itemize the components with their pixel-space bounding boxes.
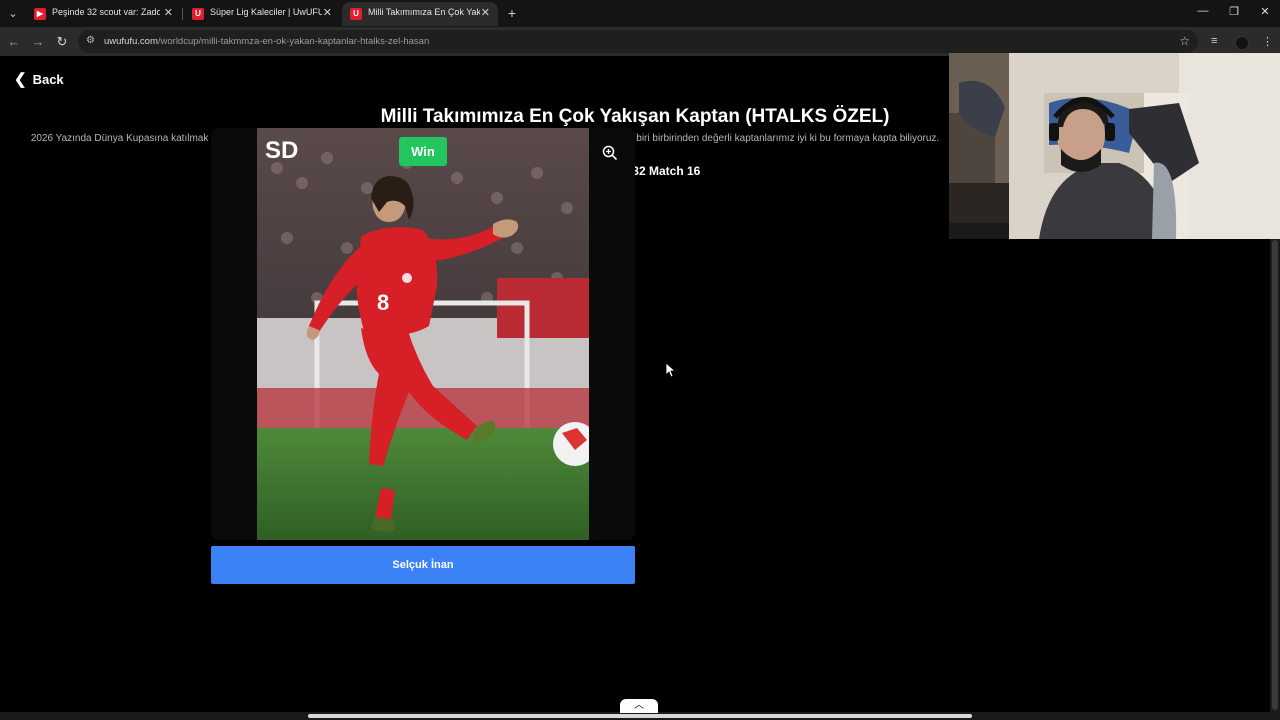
- vertical-scrollbar-thumb[interactable]: [1272, 240, 1278, 710]
- webcam-overlay: [949, 53, 1280, 239]
- reload-icon[interactable]: ↻: [54, 34, 70, 50]
- horizontal-scrollbar[interactable]: [0, 712, 1280, 720]
- zoom-in-icon[interactable]: [602, 145, 618, 161]
- tab-super-lig-kaleciler[interactable]: U Süper Lig Kaleciler | UwUFUFU ✕: [184, 2, 340, 26]
- select-candidate-button[interactable]: Selçuk İnan: [211, 546, 635, 584]
- tab-divider: [182, 8, 183, 20]
- site-info-icon[interactable]: ⚙: [86, 35, 95, 46]
- new-tab-icon[interactable]: +: [504, 5, 520, 21]
- back-link[interactable]: ❮ Back: [14, 70, 64, 88]
- bookmark-star-icon[interactable]: ☆: [1179, 34, 1190, 48]
- close-tab-icon[interactable]: ✕: [481, 6, 490, 19]
- horizontal-scrollbar-thumb[interactable]: [308, 714, 972, 718]
- tab-youtube[interactable]: ▶ Peşinde 32 scout var: Zadoi ✕: [26, 2, 181, 26]
- media-control-icon[interactable]: ≡: [1211, 35, 1217, 47]
- scroll-up-chevron-icon[interactable]: ︿: [620, 699, 658, 713]
- more-menu-icon[interactable]: ⋮: [1262, 35, 1273, 48]
- tab-milli-takim-active[interactable]: U Milli Takımımıza En Çok Yakışan ✕: [342, 2, 498, 26]
- tab-title: Peşinde 32 scout var: Zadoi: [52, 7, 160, 17]
- photo-source-logo: SD: [265, 137, 298, 164]
- mouse-cursor-icon: [666, 363, 676, 377]
- close-tab-icon[interactable]: ✕: [164, 6, 173, 19]
- minimize-icon[interactable]: —: [1195, 5, 1211, 17]
- chevron-left-icon: ❮: [14, 71, 27, 88]
- tab-strip: ⌄ ▶ Peşinde 32 scout var: Zadoi ✕ U Süpe…: [0, 0, 1280, 27]
- close-window-icon[interactable]: ✕: [1257, 5, 1273, 18]
- tab-title: Milli Takımımıza En Çok Yakışan: [368, 7, 480, 17]
- youtube-favicon-icon: ▶: [34, 8, 46, 20]
- back-label: Back: [32, 72, 64, 87]
- candidate-card[interactable]: 8 SD Win: [211, 128, 635, 540]
- jersey-number: 8: [377, 290, 389, 315]
- win-badge: Win: [399, 137, 447, 166]
- address-bar[interactable]: ⚙ uwufufu.com/worldcup/milli-takmmza-en-…: [78, 30, 1198, 53]
- candidate-photo[interactable]: 8 SD: [257, 128, 589, 540]
- restore-icon[interactable]: ❐: [1226, 5, 1242, 18]
- browser-toolbar: ← → ↻ ⚙ uwufufu.com/worldcup/milli-takmm…: [0, 27, 1280, 56]
- uwufufu-favicon-icon: U: [350, 8, 362, 20]
- close-tab-icon[interactable]: ✕: [323, 6, 332, 19]
- uwufufu-favicon-icon: U: [192, 8, 204, 20]
- forward-arrow-icon[interactable]: →: [30, 34, 46, 49]
- tab-search-chevron-icon[interactable]: ⌄: [4, 5, 22, 23]
- tab-title: Süper Lig Kaleciler | UwUFUFU: [210, 7, 322, 17]
- back-arrow-icon[interactable]: ←: [6, 34, 22, 49]
- address-url[interactable]: uwufufu.com/worldcup/milli-takmmza-en-ok…: [104, 36, 429, 47]
- profile-avatar[interactable]: [1235, 36, 1249, 50]
